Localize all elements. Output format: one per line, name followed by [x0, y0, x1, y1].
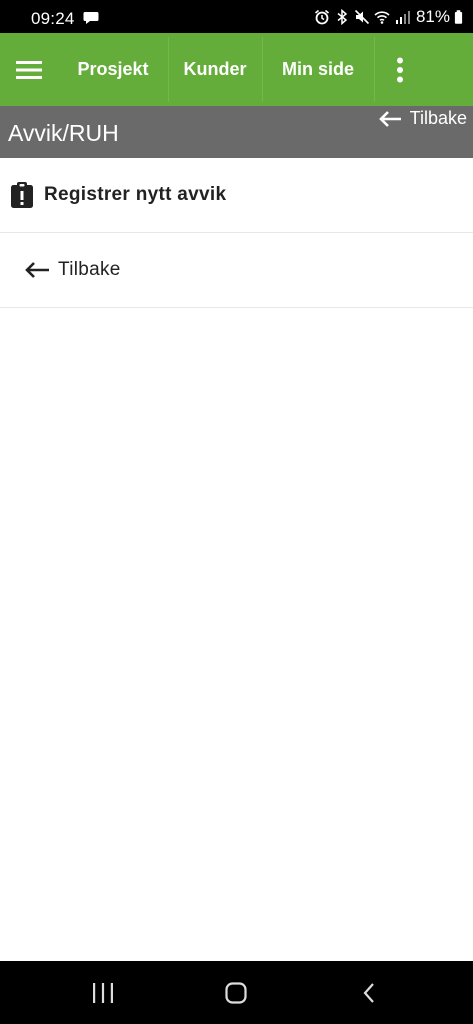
alarm-icon	[314, 9, 329, 25]
arrow-back-icon	[25, 262, 49, 278]
header-back-label: Tilbake	[409, 108, 467, 128]
home-button[interactable]	[216, 975, 256, 1011]
status-time: 09:24	[31, 9, 75, 28]
nav-divider	[262, 37, 263, 102]
wifi-icon	[374, 11, 390, 24]
status-icons: 81%	[314, 7, 463, 26]
mute-icon	[354, 9, 370, 25]
title-bar: Avvik/RUH Tilbake	[0, 106, 473, 158]
signal-icon	[395, 11, 410, 24]
header-back-button[interactable]: Tilbake	[378, 108, 467, 129]
battery-icon	[454, 10, 463, 24]
back-label: Tilbake	[58, 259, 121, 280]
nav-prosjekt[interactable]: Prosjekt	[63, 33, 163, 106]
recents-button[interactable]	[83, 975, 123, 1011]
register-deviation-label: Registrer nytt avvik	[44, 184, 227, 205]
chevron-left-icon	[363, 983, 374, 1003]
back-list-item[interactable]: Tilbake	[0, 233, 473, 308]
page-title: Avvik/RUH	[8, 120, 119, 146]
system-nav-bar	[0, 961, 473, 1024]
menu-button[interactable]	[0, 33, 58, 106]
register-deviation-item[interactable]: Registrer nytt avvik	[0, 158, 473, 233]
chat-notification-icon	[83, 12, 99, 24]
status-bar: 09:24 81%	[0, 0, 473, 33]
back-button[interactable]	[349, 975, 389, 1011]
nav-divider	[374, 37, 375, 102]
nav-min-side[interactable]: Min side	[264, 33, 372, 106]
nav-divider	[168, 37, 169, 102]
app-bar: Prosjekt Kunder Min side	[0, 33, 473, 106]
nav-kunder[interactable]: Kunder	[170, 33, 260, 106]
arrow-back-icon	[378, 110, 401, 127]
recents-icon	[93, 983, 113, 1003]
more-vert-icon	[397, 57, 403, 82]
home-icon	[225, 982, 247, 1004]
clipboard-alert-icon	[11, 182, 33, 208]
overflow-menu-button[interactable]	[377, 33, 423, 106]
hamburger-icon	[16, 60, 42, 79]
battery-percent: 81%	[415, 7, 450, 26]
bluetooth-icon	[337, 9, 348, 25]
